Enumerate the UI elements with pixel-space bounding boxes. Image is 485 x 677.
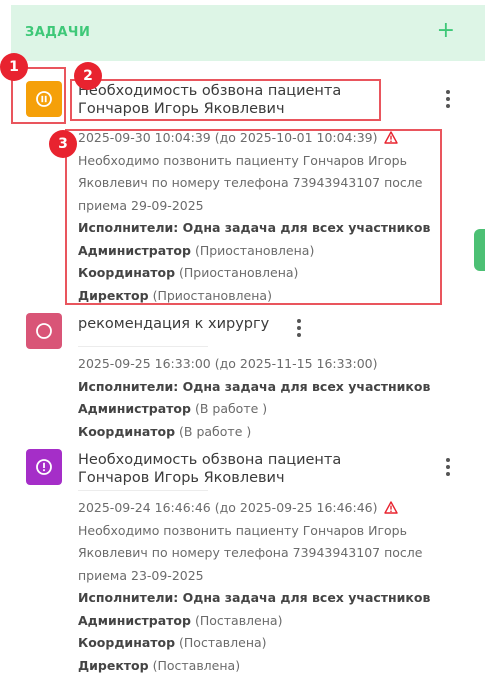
role-status: (В работе )	[179, 424, 251, 439]
task-role-row: Администратор (Поставлена)	[78, 610, 430, 633]
task-title-line: Гончаров Игорь Яковлевич	[78, 469, 341, 487]
task-status-in-work[interactable]	[26, 313, 62, 349]
annotation-box-title	[70, 79, 381, 121]
annotation-badge: 1	[0, 53, 28, 81]
task-description: приема 23-09-2025	[78, 565, 430, 588]
task-executors: Исполнители: Одна задача для всех участн…	[78, 590, 430, 605]
task-dates: 2025-09-24 16:46:46 (до 2025-09-25 16:46…	[78, 500, 378, 515]
warning-icon	[384, 501, 398, 514]
task-role-row: Координатор (В работе )	[78, 421, 430, 444]
annotation-badge: 2	[74, 62, 102, 90]
task-details: 2025-09-24 16:46:46 (до 2025-09-25 16:46…	[78, 497, 430, 677]
task-title-line: рекомендация к хирургу	[78, 315, 269, 333]
task-dates-row: 2025-09-24 16:46:46 (до 2025-09-25 16:46…	[78, 497, 430, 520]
task-status-placed[interactable]	[26, 449, 62, 485]
exclamation-icon	[34, 457, 54, 477]
annotation-box-details	[65, 129, 442, 305]
role-status: (В работе )	[195, 401, 267, 416]
more-options-icon[interactable]	[293, 319, 305, 341]
role-name: Координатор	[78, 424, 175, 439]
side-panel-handle[interactable]	[474, 229, 485, 271]
role-status: (Поставлена)	[179, 635, 267, 650]
tasks-header-title: ЗАДАЧИ	[25, 25, 90, 40]
task-role-row: Администратор (В работе )	[78, 398, 430, 421]
task-dates: 2025-09-25 16:33:00 (до 2025-11-15 16:33…	[78, 353, 430, 376]
task-description: Яковлевич по номеру телефона 73943943107…	[78, 542, 430, 565]
role-status: (Поставлена)	[153, 658, 241, 673]
task-executors: Исполнители: Одна задача для всех участн…	[78, 379, 430, 394]
task-role-row: Директор (Поставлена)	[78, 655, 430, 677]
circle-icon	[34, 321, 54, 341]
role-name: Администратор	[78, 613, 191, 628]
role-name: Координатор	[78, 635, 175, 650]
role-name: Администратор	[78, 401, 191, 416]
task-title[interactable]: Необходимость обзвона пациента Гончаров …	[78, 451, 341, 487]
tasks-header: ЗАДАЧИ +	[11, 5, 485, 61]
task-title-line: Необходимость обзвона пациента	[78, 451, 341, 469]
divider	[78, 490, 208, 491]
divider	[78, 346, 208, 347]
annotation-badge: 3	[49, 130, 77, 158]
role-name: Директор	[78, 658, 149, 673]
task-role-row: Координатор (Поставлена)	[78, 632, 430, 655]
more-options-icon[interactable]	[442, 90, 454, 112]
more-options-icon[interactable]	[442, 458, 454, 480]
task-details: 2025-09-25 16:33:00 (до 2025-11-15 16:33…	[78, 353, 430, 443]
add-task-icon[interactable]: +	[437, 17, 455, 45]
task-description: Необходимо позвонить пациенту Гончаров И…	[78, 520, 430, 543]
role-status: (Поставлена)	[195, 613, 283, 628]
task-title[interactable]: рекомендация к хирургу	[78, 315, 269, 333]
